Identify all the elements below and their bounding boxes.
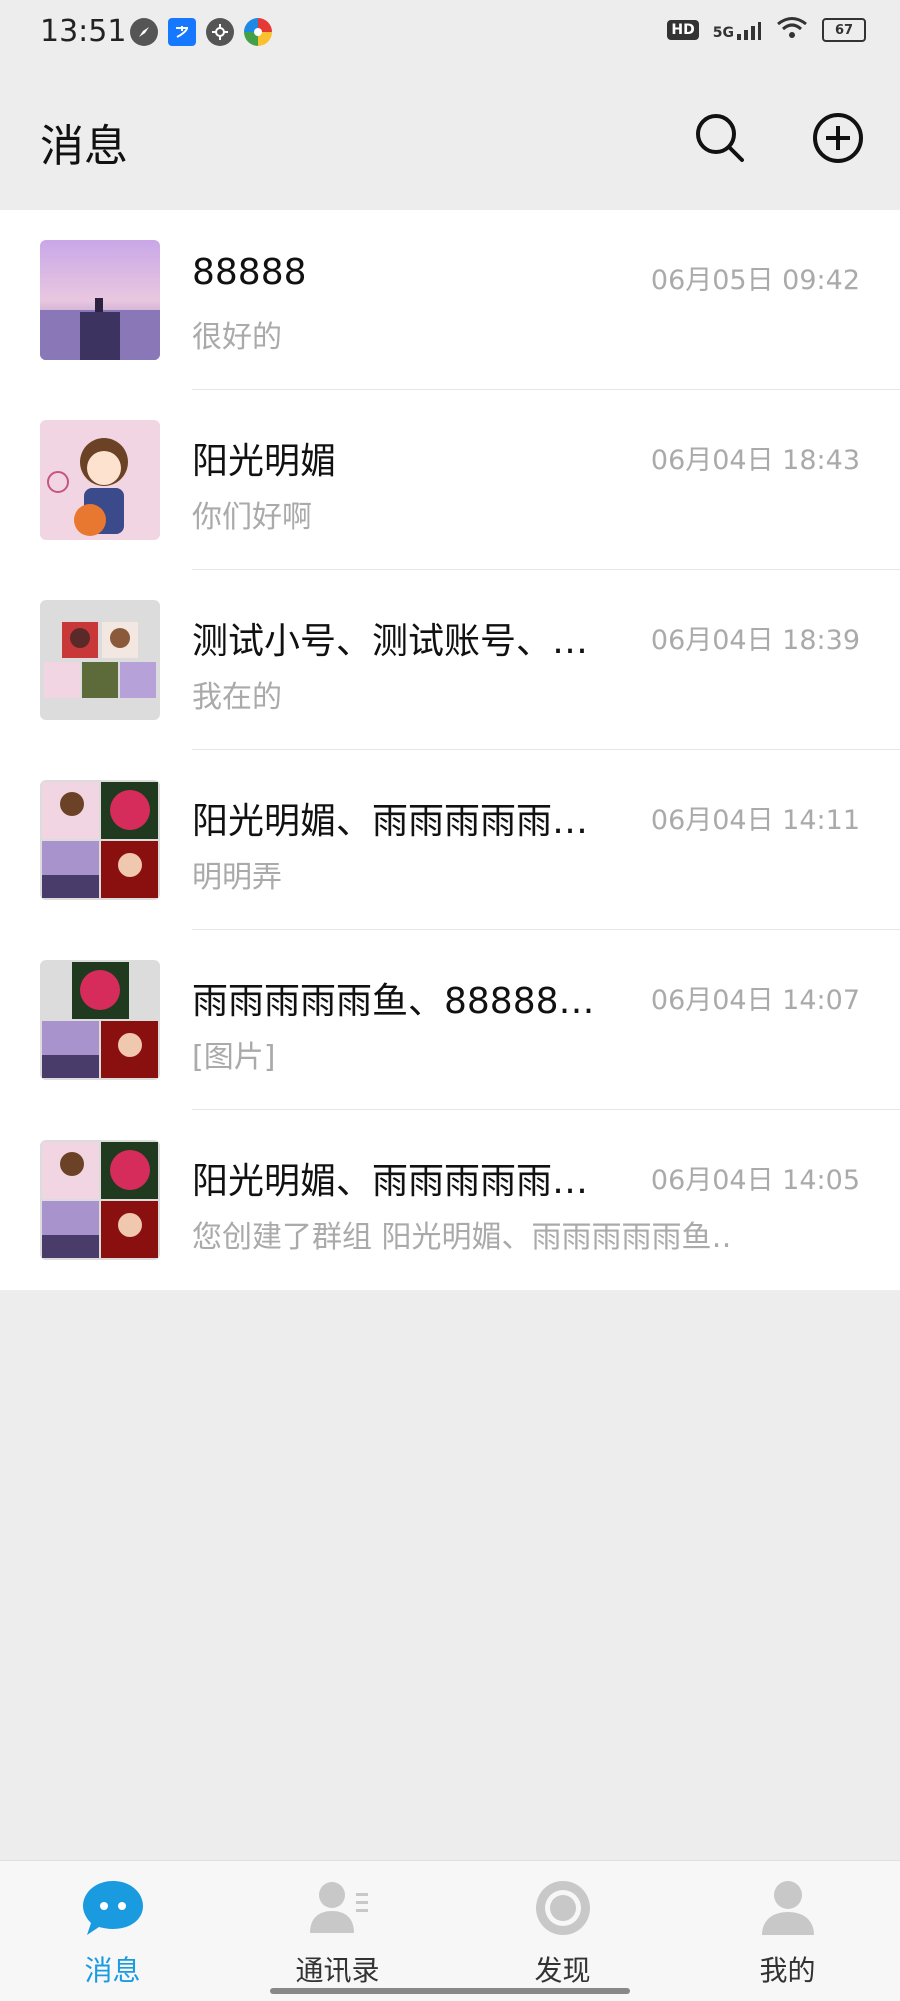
notification-icons: [130, 18, 272, 46]
chat-time: 06月05日 09:42: [650, 265, 860, 296]
pinwheel-icon: [244, 18, 272, 46]
chat-preview: 你们好啊: [192, 500, 312, 535]
chat-name: 88888: [192, 252, 307, 293]
tab-contacts[interactable]: 通讯录: [225, 1861, 450, 2001]
network-label: 5G: [712, 25, 734, 41]
chat-time: 06月04日 18:43: [650, 445, 860, 476]
chat-preview: 很好的: [192, 320, 282, 355]
add-circle-icon[interactable]: [810, 110, 866, 166]
chat-name: 雨雨雨雨雨鱼、88888…: [192, 981, 595, 1022]
chat-preview: 我在的: [192, 680, 282, 715]
tab-label: 我的: [759, 1954, 816, 1987]
wifi-icon: [776, 16, 808, 44]
tab-profile[interactable]: 我的: [675, 1861, 900, 2001]
chat-time: 06月04日 14:05: [650, 1165, 860, 1196]
tab-label: 通讯录: [295, 1954, 380, 1987]
avatar: [40, 240, 160, 360]
chat-time: 06月04日 14:11: [650, 805, 860, 836]
chat-name: 测试小号、测试账号、…: [192, 621, 589, 662]
alipay-icon: [168, 18, 196, 46]
profile-icon: [756, 1879, 820, 1941]
chat-time: 06月04日 18:39: [650, 625, 860, 656]
discover-icon: [531, 1879, 595, 1941]
tab-discover[interactable]: 发现: [450, 1861, 675, 2001]
chat-name: 阳光明媚、雨雨雨雨雨…: [192, 1161, 589, 1202]
status-time: 13:51: [40, 14, 127, 49]
battery-icon: 67: [822, 18, 866, 42]
tab-label: 消息: [84, 1954, 141, 1987]
tab-messages[interactable]: 消息: [0, 1861, 225, 2001]
chat-time: 06月04日 14:07: [650, 985, 860, 1016]
chat-list: 88888 06月05日 09:42 很好的 阳光明媚 06月04日 18:43…: [0, 210, 900, 1290]
aperture-icon: [206, 18, 234, 46]
chat-item-group-created[interactable]: 阳光明媚、雨雨雨雨雨… 06月04日 14:05 您创建了群组 阳光明媚、雨雨雨…: [0, 1110, 900, 1290]
chat-name: 阳光明媚: [192, 441, 337, 482]
chat-item-group-sunshine-rain[interactable]: 阳光明媚、雨雨雨雨雨… 06月04日 14:11 明明弄: [0, 750, 900, 930]
system-status: HD 5G 67: [667, 16, 866, 44]
group-avatar: [40, 600, 160, 720]
search-icon[interactable]: [692, 110, 748, 166]
chat-name: 阳光明媚、雨雨雨雨雨…: [192, 801, 589, 842]
home-indicator[interactable]: [270, 1988, 630, 1994]
page-header: 消息: [0, 70, 900, 210]
chat-bubble-icon: [81, 1879, 145, 1941]
group-avatar: [40, 1140, 160, 1260]
page-title: 消息: [40, 121, 128, 172]
chat-item-group-rain-88888[interactable]: 雨雨雨雨雨鱼、88888… 06月04日 14:07 [图片]: [0, 930, 900, 1110]
chat-item-sunshine[interactable]: 阳光明媚 06月04日 18:43 你们好啊: [0, 390, 900, 570]
status-bar: 13:51 HD 5G 67: [0, 0, 900, 70]
avatar: [40, 420, 160, 540]
chat-preview: [图片]: [192, 1040, 276, 1075]
chat-preview: 您创建了群组 阳光明媚、雨雨雨雨雨鱼‥: [192, 1220, 732, 1255]
chat-preview: 明明弄: [192, 860, 282, 895]
tab-label: 发现: [534, 1954, 591, 1987]
chat-item-88888[interactable]: 88888 06月05日 09:42 很好的: [0, 210, 900, 390]
group-avatar: [40, 960, 160, 1080]
compass-icon: [130, 18, 158, 46]
signal-icon: 5G: [713, 19, 762, 41]
contacts-icon: [306, 1879, 370, 1941]
group-avatar: [40, 780, 160, 900]
hd-badge: HD: [667, 20, 699, 40]
chat-item-group-test[interactable]: 测试小号、测试账号、… 06月04日 18:39 我在的: [0, 570, 900, 750]
tab-bar: 消息 通讯录 发现 我的: [0, 1860, 900, 2001]
